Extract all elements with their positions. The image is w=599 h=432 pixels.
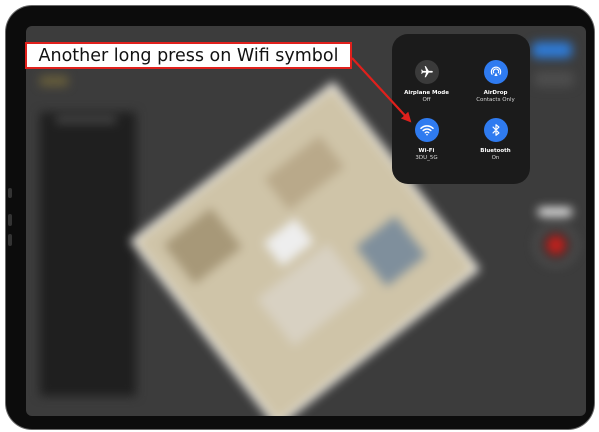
annotation-arrow xyxy=(351,57,412,123)
